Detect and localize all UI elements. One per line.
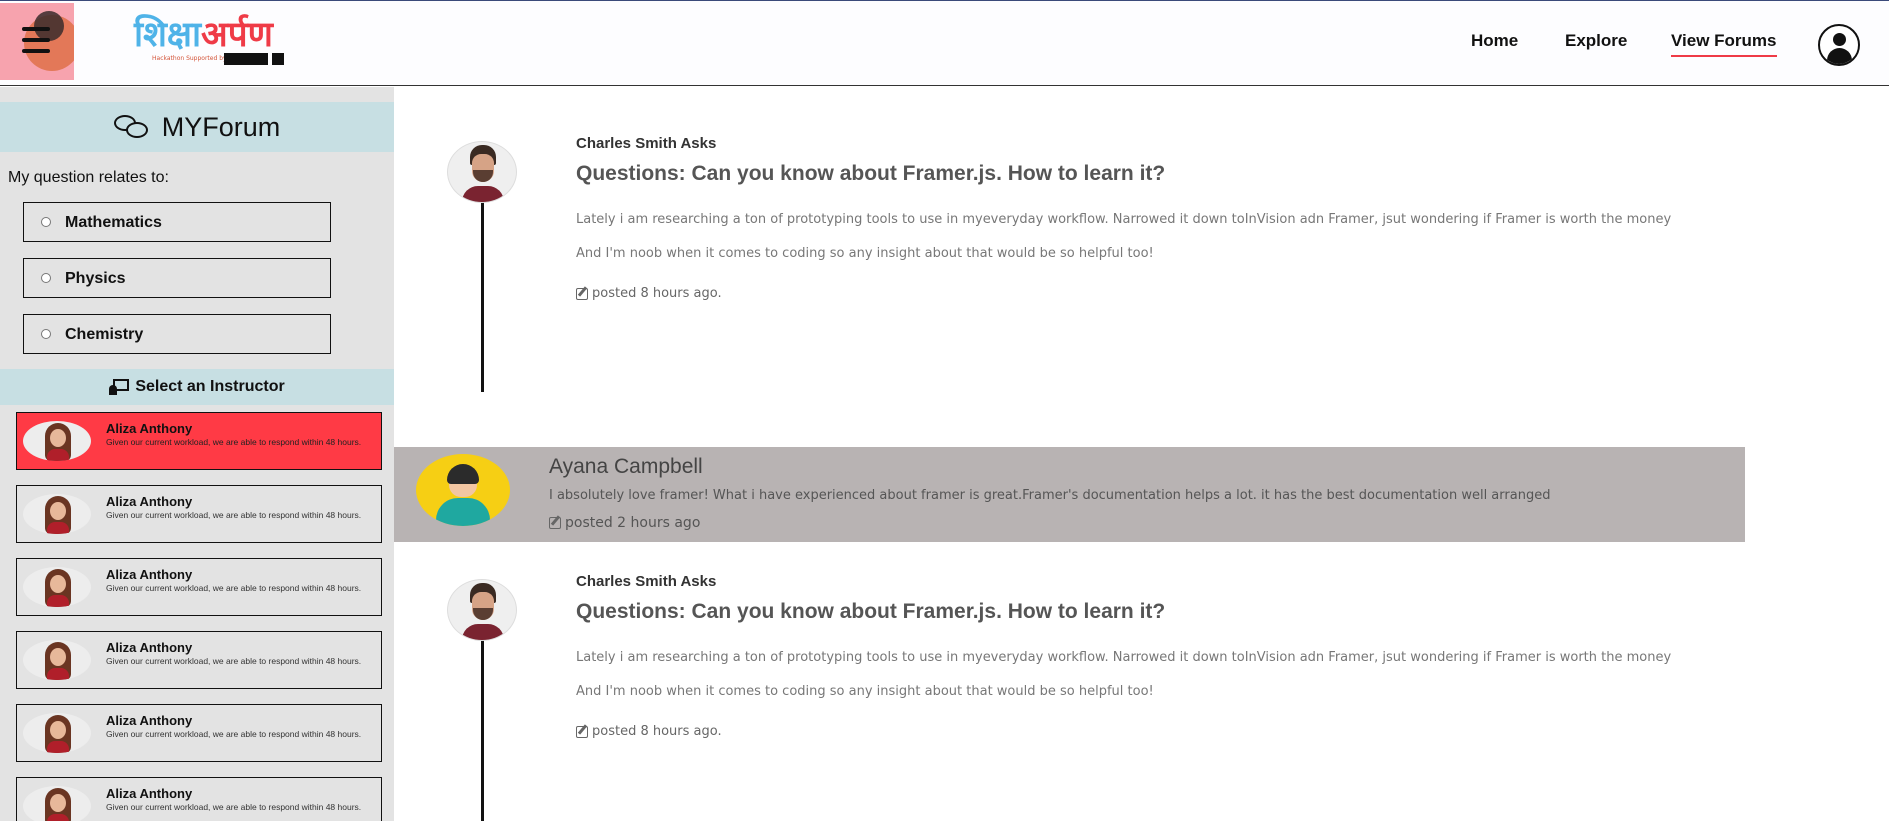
instructor-avatar [23,421,91,461]
question-body-line: And I'm noob when it comes to coding so … [576,246,1154,261]
instructor-description: Given our current workload, we are able … [106,802,362,812]
posted-text: posted 8 hours ago. [592,724,722,739]
radio-button[interactable] [41,329,51,339]
forum-header: MYForum [0,102,394,152]
logo-subtitle: Hackathon Supported by [152,55,227,62]
question-body-line: Lately i am researching a ton of prototy… [576,650,1672,665]
question-title[interactable]: Questions: Can you know about Framer.js.… [576,162,1165,186]
answerer-name: Ayana Campbell [549,455,703,478]
instructor-description: Given our current workload, we are able … [106,510,362,520]
sponsor-badge [224,53,268,65]
instructor-avatar [23,494,91,534]
timeline-line [481,196,484,392]
instructor-name: Aliza Anthony [106,713,193,728]
edit-icon [576,287,588,300]
instructor-card[interactable]: Aliza Anthony Given our current workload… [16,704,382,762]
timeline-line [481,635,484,821]
instructor-title: Select an Instructor [135,378,285,395]
forum-title: MYForum [161,111,281,142]
asker-avatar [447,579,517,641]
asker-name: Charles Smith Asks [576,573,717,590]
answerer-avatar [416,454,510,526]
answer-text: I absolutely love framer! What i have ex… [549,488,1551,503]
subject-label: Chemistry [65,326,144,343]
instructor-icon [109,379,130,395]
instructor-card[interactable]: Aliza Anthony Given our current workload… [16,558,382,616]
posted-time: posted 8 hours ago. [576,286,722,301]
nav-explore[interactable]: Explore [1565,31,1627,51]
forum-sidebar: MYForum My question relates to: Mathemat… [0,87,394,821]
sponsor-badge-small [272,53,284,65]
instructor-avatar [23,786,91,821]
instructor-name: Aliza Anthony [106,421,193,436]
subject-option-physics[interactable]: Physics [23,258,331,298]
instructor-avatar [23,713,91,753]
instructor-card[interactable]: Aliza Anthony Given our current workload… [16,412,382,470]
top-header: शिक्षाअर्पण Hackathon Supported by Home … [0,0,1889,86]
question-body-line: Lately i am researching a ton of prototy… [576,212,1672,227]
instructor-description: Given our current workload, we are able … [106,437,362,447]
instructor-card[interactable]: Aliza Anthony Given our current workload… [16,485,382,543]
posted-text: posted 8 hours ago. [592,286,722,301]
instructor-header: Select an Instructor [0,369,394,405]
menu-button[interactable] [0,3,74,80]
instructor-card[interactable]: Aliza Anthony Given our current workload… [16,631,382,689]
instructor-card[interactable]: Aliza Anthony Given our current workload… [16,777,382,821]
chat-bubbles-icon [113,113,150,141]
logo-text: शिक्षाअर्पण [134,15,294,55]
instructor-name: Aliza Anthony [106,494,193,509]
user-profile-icon[interactable] [1818,24,1860,66]
instructor-avatar [23,567,91,607]
radio-button[interactable] [41,217,51,227]
posted-time: posted 8 hours ago. [576,724,722,739]
radio-button[interactable] [41,273,51,283]
nav-home[interactable]: Home [1471,31,1518,51]
answer-card: Ayana Campbell I absolutely love framer!… [394,447,1745,542]
instructor-description: Given our current workload, we are able … [106,583,362,593]
answer-posted-text: posted 2 hours ago [565,515,701,531]
instructor-description: Given our current workload, we are able … [106,656,362,666]
subject-option-chemistry[interactable]: Chemistry [23,314,331,354]
question-title[interactable]: Questions: Can you know about Framer.js.… [576,600,1165,624]
asker-name: Charles Smith Asks [576,135,717,152]
instructor-name: Aliza Anthony [106,567,193,582]
instructor-name: Aliza Anthony [106,640,193,655]
question-body-line: And I'm noob when it comes to coding so … [576,684,1154,699]
instructor-description: Given our current workload, we are able … [106,729,362,739]
instructor-name: Aliza Anthony [106,786,193,801]
logo-text-part2: अर्पण [201,15,273,55]
subject-label: Mathematics [65,214,162,231]
asker-avatar [447,141,517,203]
subject-label: Physics [65,270,126,287]
relates-label: My question relates to: [8,169,169,186]
instructor-avatar [23,640,91,680]
logo-text-part1: शिक्षा [134,15,202,55]
site-logo[interactable]: शिक्षाअर्पण Hackathon Supported by [134,15,294,71]
edit-icon [576,725,588,738]
subject-option-mathematics[interactable]: Mathematics [23,202,331,242]
answer-posted-time: posted 2 hours ago [549,515,700,531]
edit-icon [549,517,561,529]
hamburger-icon[interactable] [22,27,50,53]
nav-view-forums[interactable]: View Forums [1671,31,1777,57]
